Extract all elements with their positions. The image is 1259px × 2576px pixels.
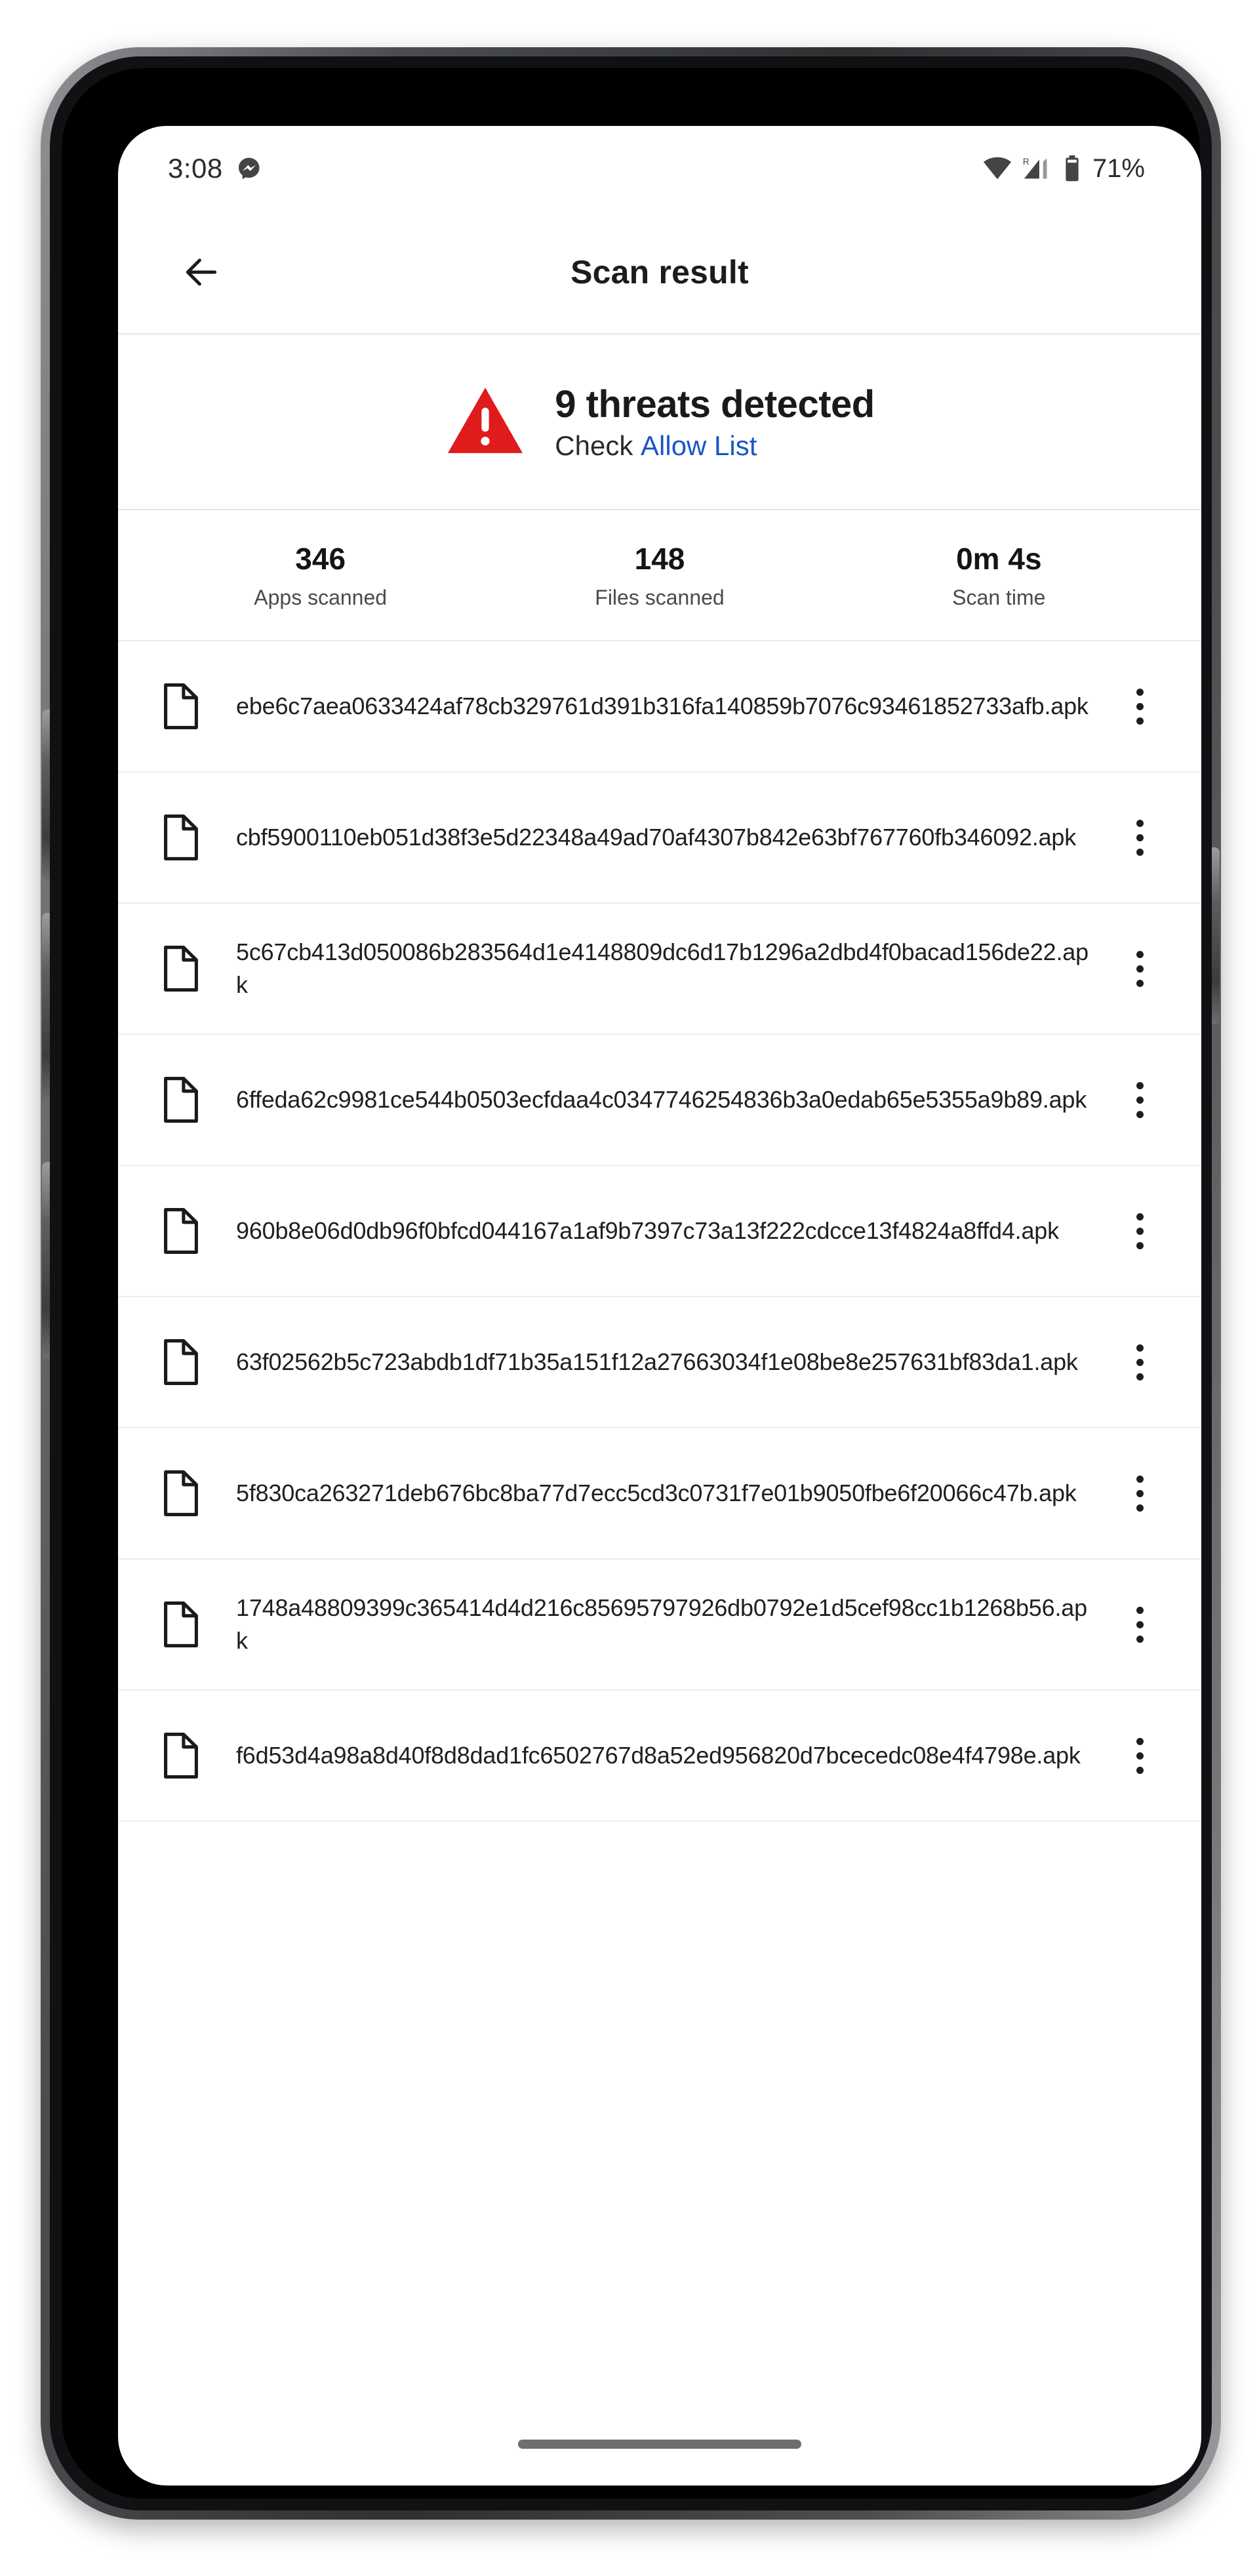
threat-file-name: ebe6c7aea0633424af78cb329761d391b316fa14… bbox=[236, 693, 1089, 720]
threat-summary: 9 threats detected Check Allow List bbox=[118, 334, 1201, 510]
threat-row[interactable]: f6d53d4a98a8d40f8d8dad1fc6502767d8a52ed9… bbox=[118, 1691, 1201, 1822]
document-icon bbox=[142, 1732, 220, 1779]
stat-label: Scan time bbox=[952, 585, 1046, 609]
stat-value: 148 bbox=[634, 541, 685, 576]
scan-stats: 346 Apps scanned 148 Files scanned 0m 4s… bbox=[118, 510, 1201, 641]
stat-label: Apps scanned bbox=[254, 585, 388, 609]
threat-file-name: 6ffeda62c9981ce544b0503ecfdaa4c034774625… bbox=[236, 1086, 1087, 1114]
document-icon bbox=[142, 945, 220, 992]
status-bar-right: R 71% bbox=[982, 154, 1145, 184]
document-icon bbox=[142, 814, 220, 861]
threat-file-name: f6d53d4a98a8d40f8d8dad1fc6502767d8a52ed9… bbox=[236, 1742, 1081, 1769]
status-bar-clock: 3:08 bbox=[168, 153, 223, 184]
phone-screen: 3:08 R 71% Scan result 9 threats detecte… bbox=[118, 126, 1201, 2485]
threat-file-name: 63f02562b5c723abdb1df71b35a151f12a276630… bbox=[236, 1348, 1078, 1376]
page-title: Scan result bbox=[570, 254, 749, 291]
wifi-icon bbox=[982, 155, 1012, 182]
overflow-menu-icon[interactable] bbox=[1108, 1213, 1171, 1249]
stat-value: 0m 4s bbox=[956, 541, 1042, 576]
stat-label: Files scanned bbox=[595, 585, 725, 609]
allow-list-line: Check Allow List bbox=[555, 430, 874, 462]
document-icon bbox=[142, 1601, 220, 1648]
app-bar: Scan result bbox=[118, 211, 1201, 334]
phone-frame: 3:08 R 71% Scan result 9 threats detecte… bbox=[41, 47, 1221, 2520]
home-indicator[interactable] bbox=[518, 2440, 801, 2449]
threat-row[interactable]: 1748a48809399c365414d4d216c85695797926db… bbox=[118, 1560, 1201, 1691]
overflow-menu-icon[interactable] bbox=[1108, 688, 1171, 725]
overflow-menu-icon[interactable] bbox=[1108, 1344, 1171, 1380]
document-icon bbox=[142, 1207, 220, 1255]
threat-summary-text: 9 threats detected Check Allow List bbox=[555, 382, 875, 462]
overflow-menu-icon[interactable] bbox=[1108, 1475, 1171, 1512]
threat-row[interactable]: cbf5900110eb051d38f3e5d22348a49ad70af430… bbox=[118, 773, 1201, 904]
stat-apps-scanned: 346 Apps scanned bbox=[151, 541, 490, 610]
svg-text:R: R bbox=[1023, 157, 1029, 167]
phone-bezel: 3:08 R 71% Scan result 9 threats detecte… bbox=[50, 56, 1212, 2510]
document-icon bbox=[142, 1338, 220, 1386]
threat-row[interactable]: 63f02562b5c723abdb1df71b35a151f12a276630… bbox=[118, 1297, 1201, 1428]
allow-list-link[interactable]: Allow List bbox=[641, 430, 757, 461]
phone-bezel-inner: 3:08 R 71% Scan result 9 threats detecte… bbox=[62, 68, 1201, 2499]
threat-file-name: 5f830ca263271deb676bc8ba77d7ecc5cd3c0731… bbox=[236, 1479, 1077, 1507]
status-bar-left: 3:08 bbox=[168, 153, 262, 184]
battery-percentage: 71% bbox=[1092, 153, 1145, 183]
stat-scan-time: 0m 4s Scan time bbox=[829, 541, 1169, 610]
document-icon bbox=[142, 1470, 220, 1517]
messenger-icon bbox=[236, 155, 262, 182]
stat-value: 346 bbox=[295, 541, 346, 576]
threat-count-title: 9 threats detected bbox=[555, 382, 875, 426]
threat-file-name: 5c67cb413d050086b283564d1e4148809dc6d17b… bbox=[236, 938, 1089, 998]
threat-list: ebe6c7aea0633424af78cb329761d391b316fa14… bbox=[118, 641, 1201, 1822]
back-arrow-icon[interactable] bbox=[172, 243, 231, 302]
overflow-menu-icon[interactable] bbox=[1108, 950, 1171, 987]
document-icon bbox=[142, 683, 220, 730]
threat-file-name: 1748a48809399c365414d4d216c85695797926db… bbox=[236, 1594, 1087, 1654]
stat-files-scanned: 148 Files scanned bbox=[490, 541, 829, 610]
threat-row[interactable]: ebe6c7aea0633424af78cb329761d391b316fa14… bbox=[118, 641, 1201, 773]
overflow-menu-icon[interactable] bbox=[1108, 1606, 1171, 1643]
battery-icon bbox=[1064, 155, 1081, 182]
document-icon bbox=[142, 1076, 220, 1123]
overflow-menu-icon[interactable] bbox=[1108, 819, 1171, 856]
screenshot-canvas: 3:08 R 71% Scan result 9 threats detecte… bbox=[0, 0, 1259, 2576]
overflow-menu-icon[interactable] bbox=[1108, 1081, 1171, 1118]
cellular-signal-icon: R bbox=[1022, 155, 1054, 182]
threat-file-name: cbf5900110eb051d38f3e5d22348a49ad70af430… bbox=[236, 824, 1077, 851]
threat-row[interactable]: 5c67cb413d050086b283564d1e4148809dc6d17b… bbox=[118, 904, 1201, 1035]
overflow-menu-icon[interactable] bbox=[1108, 1737, 1171, 1774]
allow-list-prefix: Check bbox=[555, 430, 641, 461]
threat-row[interactable]: 960b8e06d0db96f0bfcd044167a1af9b7397c73a… bbox=[118, 1166, 1201, 1297]
status-bar: 3:08 R 71% bbox=[118, 126, 1201, 211]
warning-triangle-icon bbox=[445, 384, 526, 460]
threat-row[interactable]: 6ffeda62c9981ce544b0503ecfdaa4c034774625… bbox=[118, 1035, 1201, 1166]
threat-file-name: 960b8e06d0db96f0bfcd044167a1af9b7397c73a… bbox=[236, 1217, 1059, 1245]
threat-row[interactable]: 5f830ca263271deb676bc8ba77d7ecc5cd3c0731… bbox=[118, 1428, 1201, 1560]
